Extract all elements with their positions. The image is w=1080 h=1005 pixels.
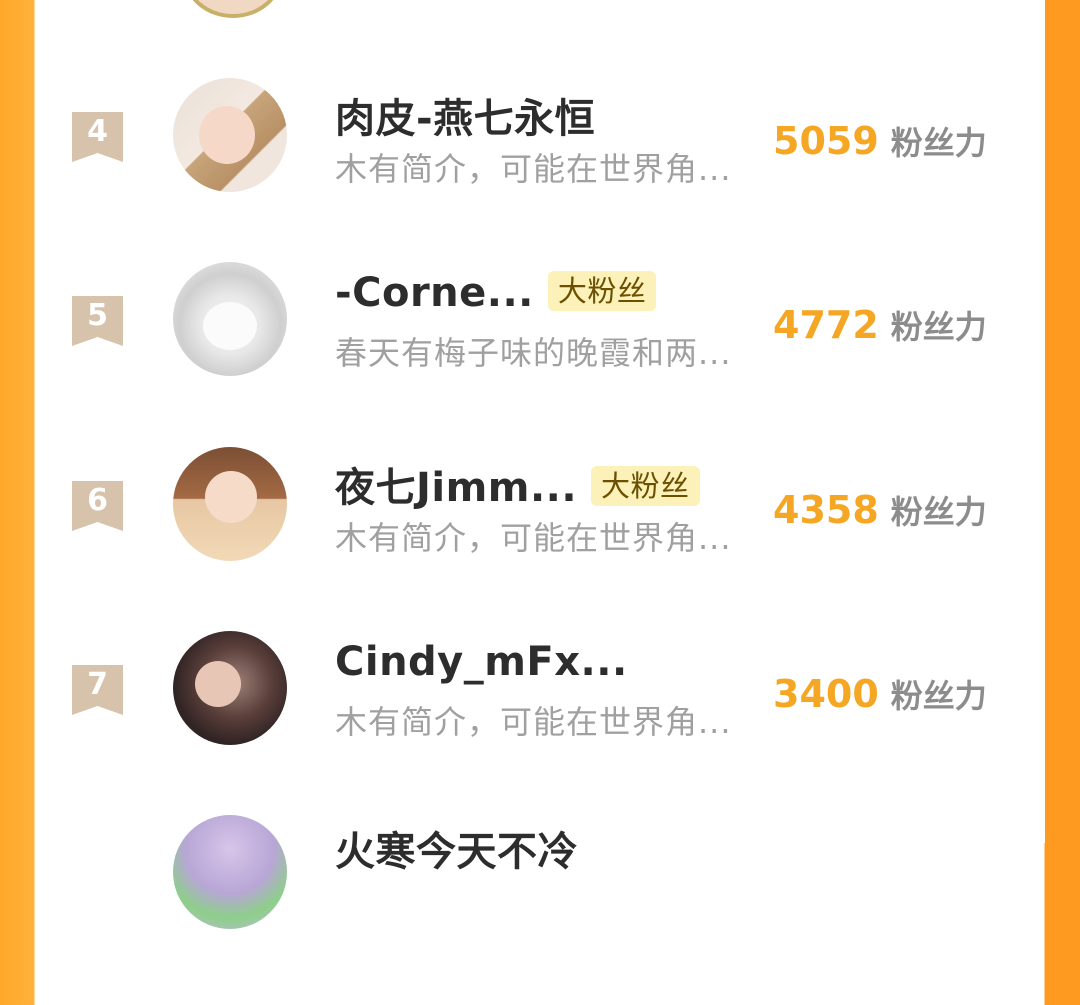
face-shape <box>195 661 241 707</box>
avatar-prev[interactable] <box>183 0 283 18</box>
user-name[interactable]: Cindy_mFx... <box>335 639 628 685</box>
status-badge: 大粉丝 <box>591 466 700 506</box>
user-bio: 春天有梅子味的晚霞和两... <box>335 334 732 372</box>
user-bio: 木有简介，可能在世界角... <box>335 703 732 741</box>
rank-badge: 4 <box>72 112 123 162</box>
avatar[interactable] <box>173 262 287 376</box>
user-name-text: Cindy_mFx... <box>335 639 628 685</box>
user-name[interactable]: 肉皮-燕七永恒 <box>335 86 595 144</box>
score: 4772 粉丝力 <box>773 302 987 348</box>
avatar[interactable] <box>173 447 287 561</box>
list-item[interactable]: 6 夜七Jimm... 大粉丝 木有简介，可能在世界角... 4358 粉丝力 <box>35 447 1045 637</box>
list-item[interactable]: 4 肉皮-燕七永恒 木有简介，可能在世界角... 5059 粉丝力 <box>35 78 1045 268</box>
score-unit: 粉丝力 <box>890 308 987 346</box>
avatar[interactable] <box>173 78 287 192</box>
rank-badge: 7 <box>72 665 123 715</box>
user-name-text: 火寒今天不冷 <box>335 829 578 875</box>
user-name-text: 夜七Jimm... <box>335 465 578 511</box>
score: 3400 粉丝力 <box>773 671 987 717</box>
score-unit: 粉丝力 <box>890 493 987 531</box>
score-value: 4772 <box>773 303 879 347</box>
score-value: 3400 <box>773 672 879 716</box>
avatar[interactable] <box>173 631 287 745</box>
score: 4358 粉丝力 <box>773 487 987 533</box>
avatar[interactable] <box>173 815 287 929</box>
list-item[interactable]: 5 -Corne... 大粉丝 春天有梅子味的晚霞和两... 4772 粉丝力 <box>35 262 1045 452</box>
score-unit: 粉丝力 <box>890 677 987 715</box>
user-name[interactable]: 夜七Jimm... 大粉丝 <box>335 455 700 513</box>
rank-badge: 6 <box>72 481 123 531</box>
user-name[interactable]: 火寒今天不冷 <box>335 819 578 877</box>
score-value: 5059 <box>773 119 879 163</box>
user-bio: 木有简介，可能在世界角... <box>335 150 732 188</box>
user-bio: 木有简介，可能在世界角... <box>335 519 732 557</box>
score: 5059 粉丝力 <box>773 118 987 164</box>
list-item[interactable]: 火寒今天不冷 <box>35 815 1045 1005</box>
face-shape <box>205 471 257 523</box>
score-value: 4358 <box>773 488 879 532</box>
status-badge: 大粉丝 <box>547 271 657 311</box>
rank-badge: 5 <box>72 296 123 346</box>
user-name-text: -Corne... <box>335 270 534 316</box>
face-shape <box>199 106 255 164</box>
ranking-panel: 4 肉皮-燕七永恒 木有简介，可能在世界角... 5059 粉丝力 5 -Corn… <box>35 0 1045 929</box>
user-name[interactable]: -Corne... 大粉丝 <box>335 270 657 316</box>
face-shape <box>203 302 257 350</box>
list-item[interactable]: 7 Cindy_mFx... 木有简介，可能在世界角... 3400 粉丝力 <box>35 631 1045 821</box>
score-unit: 粉丝力 <box>890 124 987 162</box>
user-name-text: 肉皮-燕七永恒 <box>335 96 596 142</box>
